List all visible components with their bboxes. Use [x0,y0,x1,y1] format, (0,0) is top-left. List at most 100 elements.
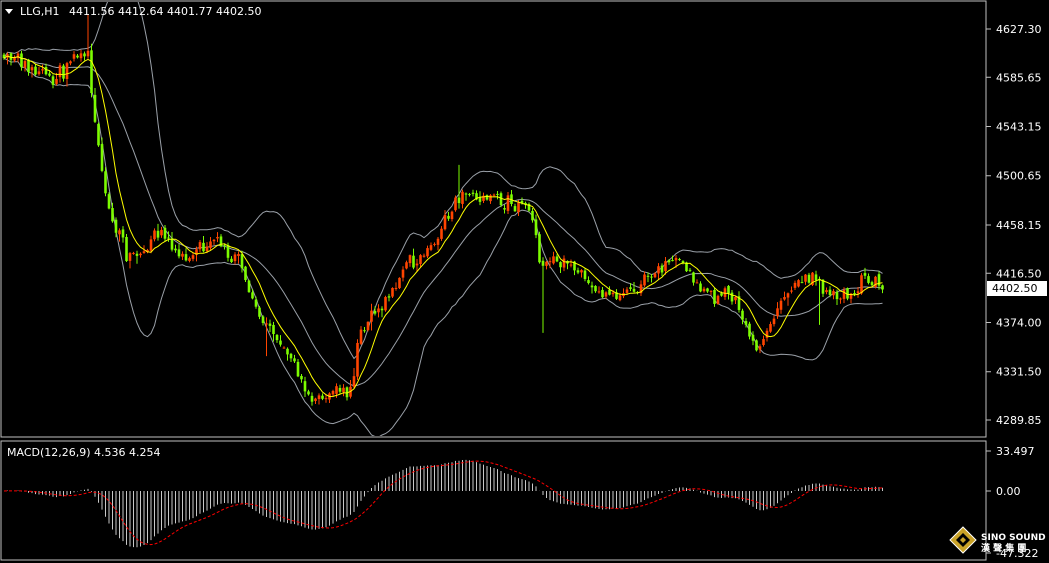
candle-body [268,323,272,326]
candle-body [545,261,548,266]
candle-body [863,273,867,276]
candle-body [303,381,307,392]
candle-body [629,287,632,289]
candle-body [548,261,552,263]
candle-body [254,299,258,307]
candle-body [555,256,559,262]
candle-body [807,274,811,283]
candle-body [198,242,202,250]
moving-average-line [3,55,883,398]
price-tick-label: 4458.15 [996,219,1042,232]
candle-body [338,387,342,392]
candle-body [247,280,251,293]
candle-body [832,291,835,296]
candle-body [450,211,454,220]
candle-body [422,255,426,257]
candle-body [419,255,422,264]
candle-body [156,230,160,238]
candle-body [646,275,650,277]
candle-body [170,238,174,250]
candle-body [433,243,436,245]
candle-body [443,215,447,230]
price-tick-label: 4543.15 [996,121,1042,134]
candle-body [755,340,758,351]
candle-body [562,258,566,268]
candle-body [181,253,184,257]
candle-body [765,330,769,338]
candle-body [776,308,779,317]
candle-body [240,254,244,269]
candle-body [391,287,394,297]
candle-body [251,292,254,299]
candle-body [331,391,335,395]
candle-body [79,53,83,59]
candle-body [27,59,30,73]
candle-body [632,288,636,292]
candle-body [618,295,622,301]
macd-signal-line [3,460,883,546]
candle-body [86,50,90,57]
candle-body [601,289,604,298]
candle-body [272,324,275,335]
candle-body [167,237,170,239]
candle-body [359,329,363,344]
candle-body [72,54,76,59]
logo-text-cn: 漢 聲 集 團 [981,542,1026,554]
candle-body [667,260,671,263]
price-tick-label: 4331.50 [996,366,1042,379]
candle-body [580,270,583,273]
candle-body [408,255,412,264]
candle-body [160,229,163,236]
candle-body [779,300,783,310]
candle-body [692,272,695,283]
bollinger-lower-line [3,57,883,436]
ohlc-values: 4411.56 4412.64 4401.77 4402.50 [69,5,261,18]
candle-body [223,245,226,247]
candle-body [440,228,443,239]
candle-body [569,264,573,266]
candle-body [531,210,534,221]
price-tick-label: 4374.00 [996,316,1042,329]
candle-body [342,387,345,393]
candle-body [321,395,324,399]
candle-body [265,323,268,325]
candle-body [216,237,219,239]
candle-body [352,376,356,387]
main-chart-frame[interactable] [0,0,987,438]
candle-body [856,291,860,294]
candle-body [559,262,562,268]
candle-body [97,123,100,146]
candle-body [538,234,541,263]
candle-body [20,53,23,68]
candle-body [118,230,121,235]
candle-body [125,236,128,262]
current-price-label: 4402.50 [992,282,1038,295]
macd-tick-label: 0.00 [996,485,1021,498]
price-axis: 4627.30 4585.65 4543.15 4500.65 4458.15 4416.… [986,23,1042,427]
candle-body [499,193,503,206]
candle-body [111,208,114,222]
candle-body [492,194,496,196]
candle-body [104,171,107,194]
candle-body [457,197,461,204]
candle-body [373,311,377,314]
candle-body [55,78,58,84]
candle-body [149,239,153,251]
candle-body [727,285,730,294]
candle-body [468,194,471,196]
candle-body [461,191,464,204]
candle-body [454,197,457,211]
candle-body [597,291,601,293]
candle-body [401,269,405,278]
candle-body [279,340,282,345]
candle-body [517,202,520,213]
candle-body [706,288,709,292]
candle-body [384,297,387,311]
price-tick-label: 4627.30 [996,23,1042,36]
candle-body [853,293,856,295]
candle-body [643,274,646,286]
candle-body [664,261,667,272]
candle-body [783,297,786,300]
triangle-down-icon[interactable] [5,9,13,14]
candle-body [163,227,167,239]
